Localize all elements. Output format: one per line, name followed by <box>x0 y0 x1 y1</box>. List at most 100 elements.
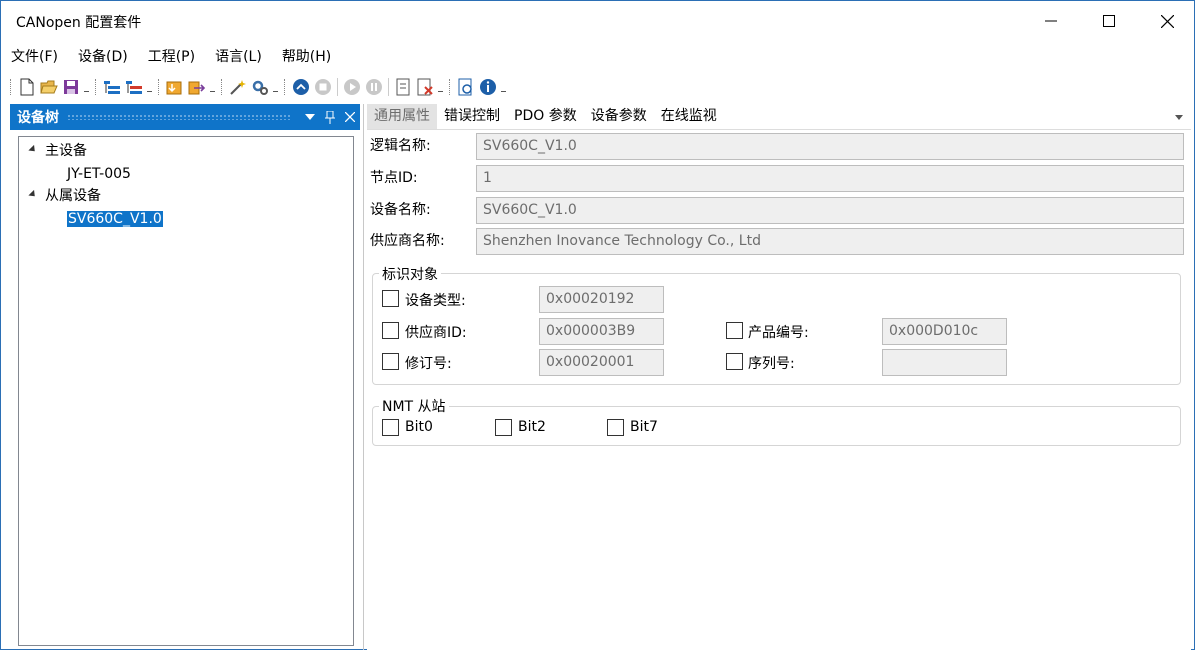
revision-checkbox[interactable] <box>382 353 399 370</box>
tab-list-dropdown-icon[interactable] <box>1175 115 1183 120</box>
open-folder-icon <box>40 80 58 94</box>
remove-slave-button[interactable] <box>123 76 145 98</box>
toolbar-dropdown-1[interactable] <box>82 76 92 98</box>
device-type-checkbox[interactable] <box>382 290 399 307</box>
open-folder-button[interactable] <box>38 76 60 98</box>
close-button[interactable] <box>1138 1 1195 41</box>
pane-close-button[interactable] <box>340 104 360 130</box>
gears-icon <box>252 80 268 95</box>
serial-checkbox[interactable] <box>726 353 743 370</box>
node-id-field[interactable]: 1 <box>476 165 1184 192</box>
menu-project[interactable]: 工程(P) <box>138 43 205 71</box>
expand-arrow-icon[interactable] <box>28 144 38 155</box>
menu-language[interactable]: 语言(L) <box>205 43 272 71</box>
disconnect-icon <box>315 79 331 95</box>
toolbar-dropdown-2[interactable] <box>145 76 155 98</box>
info-icon <box>480 79 496 95</box>
serial-label: 序列号: <box>748 356 795 372</box>
toolbar-grip[interactable] <box>284 79 287 95</box>
tab-error-control[interactable]: 错误控制 <box>437 104 507 129</box>
toolbar-grip[interactable] <box>449 79 452 95</box>
product-code-field[interactable]: 0x000D010c <box>882 318 1007 345</box>
device-name-field[interactable]: SV660C_V1.0 <box>476 197 1184 224</box>
toolbar-grip[interactable] <box>221 79 224 95</box>
vendor-name-field[interactable]: Shenzhen Inovance Technology Co., Ltd <box>476 228 1184 255</box>
vendor-id-field[interactable]: 0x000003B9 <box>539 318 664 345</box>
pane-splitter[interactable] <box>363 104 364 650</box>
toolbar-grip[interactable] <box>10 79 13 95</box>
device-type-field[interactable]: 0x00020192 <box>539 286 664 313</box>
clear-button[interactable] <box>414 76 436 98</box>
toolbar-dropdown-6[interactable] <box>499 76 509 98</box>
toolbar-dropdown-3[interactable] <box>208 76 218 98</box>
device-type-label: 设备类型: <box>405 293 466 309</box>
refresh-button[interactable] <box>455 76 477 98</box>
property-tabs: 通用属性 错误控制 PDO 参数 设备参数 在线监视 <box>367 104 1191 129</box>
bit7-checkbox[interactable] <box>607 419 624 436</box>
wizard-button[interactable] <box>227 76 249 98</box>
pane-menu-button[interactable] <box>300 104 320 130</box>
tab-general[interactable]: 通用属性 <box>367 104 437 129</box>
pause-button[interactable] <box>363 76 385 98</box>
vendor-id-checkbox[interactable] <box>382 322 399 339</box>
connect-button[interactable] <box>290 76 312 98</box>
menu-help[interactable]: 帮助(H) <box>272 43 341 71</box>
identity-group-title: 标识对象 <box>379 264 441 284</box>
new-file-button[interactable] <box>16 76 38 98</box>
vendor-name-label: 供应商名称: <box>370 233 445 249</box>
header-grip <box>67 114 292 120</box>
save-icon <box>64 80 78 94</box>
bit0-checkbox[interactable] <box>382 419 399 436</box>
menu-device[interactable]: 设备(D) <box>68 43 138 71</box>
toolbar-grip[interactable] <box>158 79 161 95</box>
tab-pdo[interactable]: PDO 参数 <box>507 104 584 129</box>
tree-add-icon <box>104 81 120 94</box>
tree-remove-icon <box>126 81 142 94</box>
revision-field[interactable]: 0x00020001 <box>539 349 664 376</box>
bit2-label: Bit2 <box>518 419 546 435</box>
minimize-button[interactable] <box>1022 1 1080 41</box>
logical-name-label: 逻辑名称: <box>370 138 431 154</box>
tab-online-monitor[interactable]: 在线监视 <box>654 104 724 129</box>
logical-name-field[interactable]: SV660C_V1.0 <box>476 133 1184 160</box>
toolbar <box>1 73 1194 101</box>
pin-button[interactable] <box>320 104 340 130</box>
about-button[interactable] <box>477 76 499 98</box>
tree-node-master[interactable]: 主设备 <box>45 141 87 161</box>
revision-label: 修订号: <box>405 356 452 372</box>
settings-button[interactable] <box>249 76 271 98</box>
chevron-down-icon <box>305 114 315 120</box>
play-icon <box>344 79 360 95</box>
serial-field[interactable] <box>882 349 1007 376</box>
product-code-checkbox[interactable] <box>726 322 743 339</box>
nmt-group <box>372 406 1181 446</box>
tree-node-master-device[interactable]: JY-ET-005 <box>67 164 131 184</box>
save-button[interactable] <box>60 76 82 98</box>
close-icon <box>345 112 355 122</box>
toolbar-dropdown-5[interactable] <box>436 76 446 98</box>
maximize-icon <box>1103 15 1115 27</box>
tree-node-label: JY-ET-005 <box>67 166 131 182</box>
bit7-label: Bit7 <box>630 419 658 435</box>
tree-node-slaves[interactable]: 从属设备 <box>45 186 101 206</box>
tree-node-label: 从属设备 <box>45 188 101 204</box>
vendor-id-label: 供应商ID: <box>405 325 467 341</box>
toolbar-separator <box>388 78 389 96</box>
start-button[interactable] <box>341 76 363 98</box>
tab-device-params[interactable]: 设备参数 <box>584 104 654 129</box>
disconnect-button[interactable] <box>312 76 334 98</box>
product-code-label: 产品编号: <box>748 325 809 341</box>
toolbar-dropdown-4[interactable] <box>271 76 281 98</box>
export-button[interactable] <box>186 76 208 98</box>
maximize-button[interactable] <box>1080 1 1138 41</box>
menu-bar: 文件(F) 设备(D) 工程(P) 语言(L) 帮助(H) <box>1 43 1194 71</box>
connect-icon <box>293 79 309 95</box>
import-button[interactable] <box>164 76 186 98</box>
tree-node-slave-device[interactable]: SV660C_V1.0 <box>67 209 163 229</box>
download-button[interactable] <box>392 76 414 98</box>
menu-file[interactable]: 文件(F) <box>1 43 68 71</box>
expand-arrow-icon[interactable] <box>28 189 38 200</box>
toolbar-grip[interactable] <box>95 79 98 95</box>
bit2-checkbox[interactable] <box>495 419 512 436</box>
add-slave-button[interactable] <box>101 76 123 98</box>
